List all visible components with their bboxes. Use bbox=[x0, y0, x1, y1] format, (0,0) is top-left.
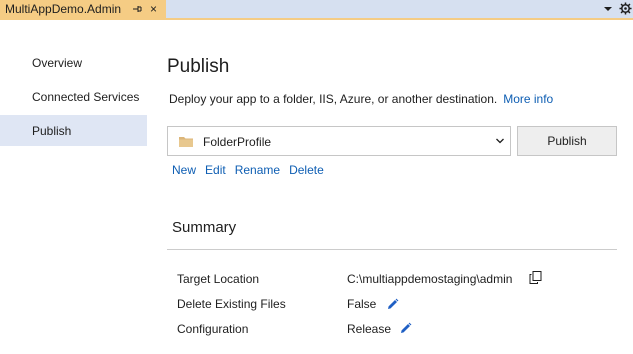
pencil-icon[interactable] bbox=[386, 298, 399, 311]
more-info-link[interactable]: More info bbox=[503, 92, 553, 106]
summary-label-configuration: Configuration bbox=[177, 322, 249, 336]
pin-icon[interactable] bbox=[131, 3, 143, 15]
profile-actions: New Edit Rename Delete bbox=[172, 163, 333, 177]
edit-profile-link[interactable]: Edit bbox=[205, 163, 226, 177]
new-profile-link[interactable]: New bbox=[172, 163, 196, 177]
rename-profile-link[interactable]: Rename bbox=[235, 163, 280, 177]
sidebar-item-publish[interactable]: Publish bbox=[0, 115, 147, 146]
summary-value-configuration: Release bbox=[347, 322, 392, 336]
summary-value-target-location: C:\multiappdemostaging\admin bbox=[347, 272, 513, 286]
page-title: Publish bbox=[167, 56, 230, 77]
summary-divider bbox=[167, 249, 617, 250]
sidebar-item-overview[interactable]: Overview bbox=[0, 47, 147, 78]
tab-list-dropdown-icon[interactable] bbox=[603, 4, 613, 14]
publish-button[interactable]: Publish bbox=[517, 126, 617, 156]
summary-heading: Summary bbox=[172, 219, 237, 236]
document-tab[interactable]: MultiAppDemo.Admin × bbox=[0, 0, 166, 18]
sidebar-nav: Overview Connected Services Publish bbox=[0, 20, 147, 354]
delete-profile-link[interactable]: Delete bbox=[289, 163, 324, 177]
summary-value-delete-existing-files: False bbox=[347, 297, 377, 311]
sidebar-item-label: Overview bbox=[32, 55, 83, 70]
publish-profile-dropdown[interactable]: FolderProfile bbox=[167, 126, 511, 156]
chevron-down-icon bbox=[496, 138, 504, 144]
sidebar-item-connected-services[interactable]: Connected Services bbox=[0, 81, 147, 112]
pencil-icon[interactable] bbox=[399, 322, 412, 335]
description-text: Deploy your app to a folder, IIS, Azure,… bbox=[169, 92, 498, 106]
summary-label-delete-existing-files: Delete Existing Files bbox=[177, 297, 286, 311]
page-description: Deploy your app to a folder, IIS, Azure,… bbox=[169, 92, 553, 106]
document-tab-title: MultiAppDemo.Admin bbox=[5, 2, 122, 16]
sidebar-item-label: Publish bbox=[32, 123, 72, 138]
document-tab-strip: MultiAppDemo.Admin × bbox=[0, 0, 633, 20]
profile-name: FolderProfile bbox=[203, 135, 272, 149]
gear-icon[interactable] bbox=[619, 2, 632, 15]
folder-icon bbox=[179, 137, 193, 147]
copy-icon[interactable] bbox=[529, 271, 542, 284]
sidebar-item-label: Connected Services bbox=[32, 89, 140, 104]
summary-label-target-location: Target Location bbox=[177, 272, 260, 286]
close-icon[interactable]: × bbox=[150, 2, 157, 16]
